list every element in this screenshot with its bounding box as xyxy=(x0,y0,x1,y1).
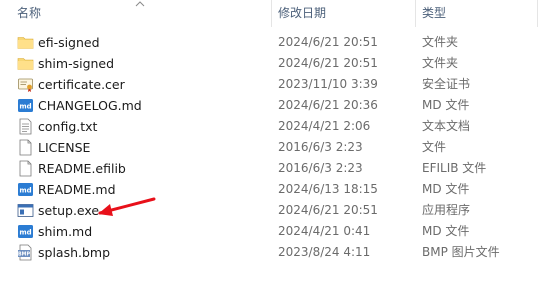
file-type: 文件 xyxy=(422,140,447,154)
file-name[interactable]: shim-signed xyxy=(38,53,114,74)
file-name[interactable]: CHANGELOG.md xyxy=(38,95,142,116)
file-row[interactable]: setup.exe 2024/6/21 20:51 应用程序 xyxy=(0,200,544,221)
column-header-bar: 名称 修改日期 类型 xyxy=(0,0,544,27)
file-name[interactable]: config.txt xyxy=(38,116,97,137)
svg-text:md: md xyxy=(19,229,31,237)
file-type: MD 文件 xyxy=(422,98,470,112)
file-type: 文件夹 xyxy=(422,56,459,70)
file-name[interactable]: shim.md xyxy=(38,221,92,242)
file-row[interactable]: md shim.md 2024/4/21 0:41 MD 文件 xyxy=(0,221,544,242)
file-modified-date: 2024/4/21 2:06 xyxy=(278,119,371,133)
file-modified-date: 2016/6/3 2:23 xyxy=(278,140,363,154)
column-header-date[interactable]: 修改日期 xyxy=(278,0,326,27)
file-name[interactable]: efi-signed xyxy=(38,32,100,53)
certificate-icon xyxy=(17,76,34,93)
folder-icon xyxy=(17,55,34,72)
file-type: 文件夹 xyxy=(422,35,459,49)
file-type: 文本文档 xyxy=(422,119,471,133)
file-modified-date: 2023/11/10 3:39 xyxy=(278,77,378,91)
folder-icon xyxy=(17,34,34,51)
blank-file-icon xyxy=(17,160,34,177)
file-row[interactable]: BMP splash.bmp 2023/8/24 4:11 BMP 图片文件 xyxy=(0,242,544,263)
red-arrow-annotation xyxy=(98,197,156,216)
markdown-icon: md xyxy=(17,181,34,198)
column-divider[interactable] xyxy=(415,0,416,27)
file-name[interactable]: certificate.cer xyxy=(38,74,125,95)
file-modified-date: 2024/4/21 0:41 xyxy=(278,224,371,238)
file-modified-date: 2024/6/21 20:51 xyxy=(278,203,378,217)
file-modified-date: 2016/6/3 2:23 xyxy=(278,161,363,175)
file-row[interactable]: efi-signed 2024/6/21 20:51 文件夹 xyxy=(0,32,544,53)
file-row[interactable]: md README.md 2024/6/13 18:15 MD 文件 xyxy=(0,179,544,200)
file-type: 安全证书 xyxy=(422,77,471,91)
file-name[interactable]: setup.exe xyxy=(38,200,99,221)
file-name[interactable]: LICENSE xyxy=(38,137,90,158)
file-row[interactable]: README.efilib 2016/6/3 2:23 EFILIB 文件 xyxy=(0,158,544,179)
file-row[interactable]: LICENSE 2016/6/3 2:23 文件 xyxy=(0,137,544,158)
application-icon xyxy=(17,202,34,219)
file-modified-date: 2023/8/24 4:11 xyxy=(278,245,371,259)
svg-text:md: md xyxy=(19,187,31,195)
file-type: MD 文件 xyxy=(422,182,470,196)
column-divider[interactable] xyxy=(537,0,538,27)
column-divider[interactable] xyxy=(271,0,272,27)
file-name[interactable]: README.efilib xyxy=(38,158,126,179)
column-header-type[interactable]: 类型 xyxy=(422,0,446,27)
svg-text:BMP: BMP xyxy=(18,252,30,258)
file-type: MD 文件 xyxy=(422,224,470,238)
file-modified-date: 2024/6/13 18:15 xyxy=(278,182,378,196)
file-row[interactable]: md CHANGELOG.md 2024/6/21 20:36 MD 文件 xyxy=(0,95,544,116)
file-modified-date: 2024/6/21 20:36 xyxy=(278,98,378,112)
file-row[interactable]: certificate.cer 2023/11/10 3:39 安全证书 xyxy=(0,74,544,95)
markdown-icon: md xyxy=(17,97,34,114)
markdown-icon: md xyxy=(17,223,34,240)
blank-file-icon xyxy=(17,139,34,156)
file-row[interactable]: shim-signed 2024/6/21 20:51 文件夹 xyxy=(0,53,544,74)
file-type: EFILIB 文件 xyxy=(422,161,487,175)
file-modified-date: 2024/6/21 20:51 xyxy=(278,56,378,70)
file-type: 应用程序 xyxy=(422,203,471,217)
bitmap-image-icon: BMP xyxy=(17,244,34,261)
file-name[interactable]: splash.bmp xyxy=(38,242,110,263)
file-type: BMP 图片文件 xyxy=(422,245,500,259)
text-file-icon xyxy=(17,118,34,135)
file-row[interactable]: config.txt 2024/4/21 2:06 文本文档 xyxy=(0,116,544,137)
sort-ascending-icon xyxy=(135,1,145,7)
file-modified-date: 2024/6/21 20:51 xyxy=(278,35,378,49)
svg-text:md: md xyxy=(19,103,31,111)
column-header-name[interactable]: 名称 xyxy=(17,0,41,27)
